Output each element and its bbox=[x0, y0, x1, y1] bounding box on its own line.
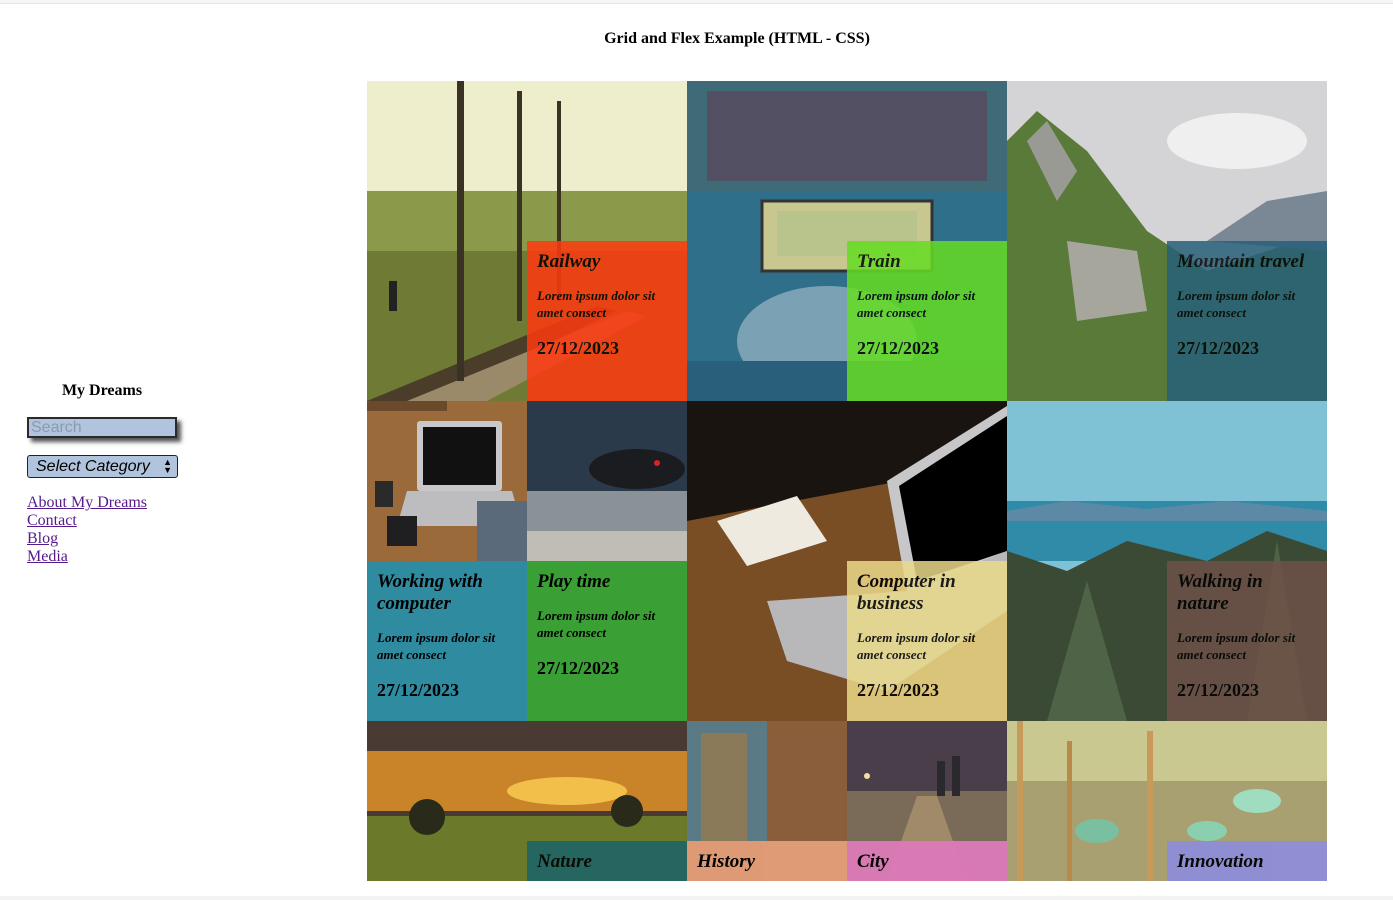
card-train-caption: Train Lorem ipsum dolor sit amet consect… bbox=[847, 241, 1007, 401]
card-business-text: Lorem ipsum dolor sit amet consect bbox=[857, 630, 976, 662]
nav-link-contact[interactable]: Contact bbox=[27, 512, 187, 530]
sidebar-nav: About My Dreams Contact Blog Media bbox=[27, 494, 187, 566]
card-railway-title: Railway bbox=[537, 251, 601, 272]
card-play-date: 27/12/2023 bbox=[537, 658, 620, 678]
card-city[interactable]: City bbox=[847, 721, 1007, 881]
card-railway[interactable]: Railway Lorem ipsum dolor sit amet conse… bbox=[367, 81, 687, 401]
category-select[interactable]: Select Category ▲ ▼ bbox=[27, 455, 178, 478]
card-train-text: Lorem ipsum dolor sit amet consect bbox=[857, 288, 976, 320]
card-play-caption: Play time Lorem ipsum dolor sit amet con… bbox=[527, 561, 687, 721]
card-mountain-date: 27/12/2023 bbox=[1177, 338, 1260, 358]
card-mountain[interactable]: Mountain travel Lorem ipsum dolor sit am… bbox=[1007, 81, 1327, 401]
card-working-caption: Working with computer Lorem ipsum dolor … bbox=[367, 561, 527, 721]
nav-link-about[interactable]: About My Dreams bbox=[27, 494, 187, 512]
card-nature-title: Nature bbox=[537, 851, 592, 872]
card-train-date: 27/12/2023 bbox=[857, 338, 940, 358]
sidebar-title: My Dreams bbox=[61, 382, 143, 399]
card-history-caption: History bbox=[687, 841, 847, 881]
card-railway-caption: Railway Lorem ipsum dolor sit amet conse… bbox=[527, 241, 687, 401]
card-innovation[interactable]: Innovation bbox=[1007, 721, 1327, 881]
card-business-title: Computer in business bbox=[857, 571, 956, 614]
card-train[interactable]: Train Lorem ipsum dolor sit amet consect… bbox=[687, 81, 1007, 401]
card-working[interactable]: Working with computer Lorem ipsum dolor … bbox=[367, 401, 527, 721]
card-business-date: 27/12/2023 bbox=[857, 680, 940, 700]
card-history[interactable]: History bbox=[687, 721, 847, 881]
card-business[interactable]: Computer in business Lorem ipsum dolor s… bbox=[687, 401, 1007, 721]
card-walking-date: 27/12/2023 bbox=[1177, 680, 1260, 700]
card-mountain-text: Lorem ipsum dolor sit amet consect bbox=[1177, 288, 1296, 320]
card-nature-caption: Nature bbox=[527, 841, 687, 881]
card-working-title: Working with computer bbox=[377, 571, 483, 614]
card-play-text: Lorem ipsum dolor sit amet consect bbox=[537, 608, 656, 640]
browser-top-border bbox=[0, 0, 1393, 4]
card-walking-title: Walking in nature bbox=[1177, 571, 1263, 614]
browser-bottom-border bbox=[0, 896, 1393, 900]
card-train-title: Train bbox=[857, 251, 901, 272]
search-input[interactable] bbox=[27, 417, 177, 438]
card-working-date: 27/12/2023 bbox=[377, 680, 460, 700]
card-mountain-title: Mountain travel bbox=[1177, 251, 1305, 272]
card-city-caption: City bbox=[847, 841, 1007, 881]
card-innovation-title: Innovation bbox=[1177, 851, 1264, 872]
card-walking[interactable]: Walking in nature Lorem ipsum dolor sit … bbox=[1007, 401, 1327, 721]
category-select-label: Select Category bbox=[36, 458, 150, 475]
card-play-title: Play time bbox=[537, 571, 611, 592]
nav-link-blog[interactable]: Blog bbox=[27, 530, 187, 548]
card-nature[interactable]: Nature bbox=[367, 721, 687, 881]
page-title: Grid and Flex Example (HTML - CSS) bbox=[604, 30, 870, 47]
sidebar: My Dreams Select Category ▲▼ About My Dr… bbox=[27, 381, 187, 566]
nav-link-media[interactable]: Media bbox=[27, 548, 187, 566]
card-play[interactable]: Play time Lorem ipsum dolor sit amet con… bbox=[527, 401, 687, 721]
card-railway-text: Lorem ipsum dolor sit amet consect bbox=[537, 288, 656, 320]
card-walking-caption: Walking in nature Lorem ipsum dolor sit … bbox=[1167, 561, 1327, 721]
card-business-caption: Computer in business Lorem ipsum dolor s… bbox=[847, 561, 1007, 721]
card-innovation-caption: Innovation bbox=[1167, 841, 1327, 881]
photo-grid: Railway Lorem ipsum dolor sit amet conse… bbox=[367, 81, 1327, 881]
card-working-text: Lorem ipsum dolor sit amet consect bbox=[377, 630, 496, 662]
card-walking-text: Lorem ipsum dolor sit amet consect bbox=[1177, 630, 1296, 662]
card-city-title: City bbox=[857, 851, 889, 872]
select-arrows-icon: ▲ ▼ bbox=[163, 457, 172, 475]
card-mountain-caption: Mountain travel Lorem ipsum dolor sit am… bbox=[1167, 241, 1327, 401]
card-railway-date: 27/12/2023 bbox=[537, 338, 620, 358]
card-history-title: History bbox=[697, 851, 756, 872]
